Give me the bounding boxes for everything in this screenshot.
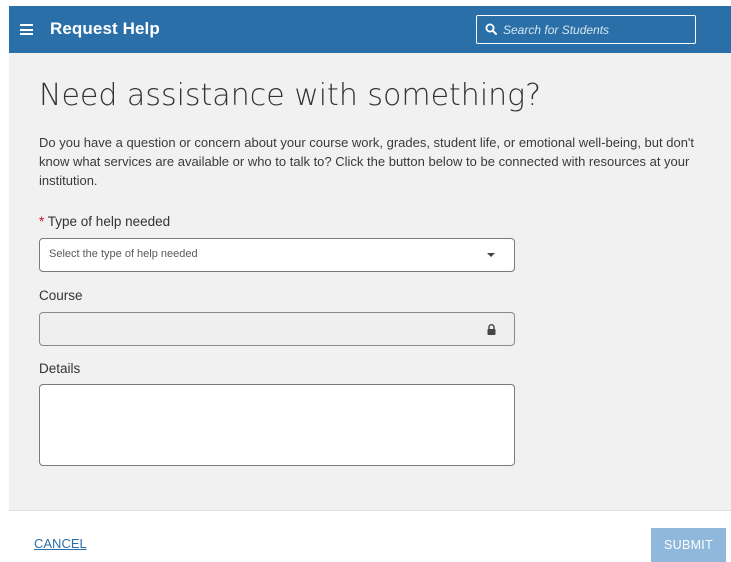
- lock-icon: [487, 324, 496, 335]
- help-type-label-text: Type of help needed: [47, 214, 171, 229]
- hamburger-menu-icon[interactable]: [20, 24, 33, 35]
- request-help-form: Need assistance with something? Do you h…: [9, 53, 731, 510]
- caret-down-icon: [487, 253, 495, 257]
- request-help-window: Request Help Need assistance with someth…: [9, 6, 731, 562]
- search-input[interactable]: [501, 18, 693, 42]
- top-bar: Request Help: [9, 6, 731, 53]
- help-type-label: * Type of help needed: [39, 214, 170, 229]
- page-title: Need assistance with something?: [39, 78, 542, 113]
- details-textarea[interactable]: [39, 384, 515, 466]
- intro-text: Do you have a question or concern about …: [39, 135, 695, 188]
- required-marker: *: [39, 214, 45, 229]
- help-type-placeholder: Select the type of help needed: [49, 248, 198, 260]
- search-icon: [485, 23, 497, 35]
- submit-button[interactable]: SUBMIT: [651, 528, 726, 562]
- form-footer: CANCEL SUBMIT: [9, 510, 731, 562]
- student-search-box[interactable]: [476, 15, 696, 44]
- details-label: Details: [39, 361, 81, 376]
- cancel-link[interactable]: CANCEL: [34, 536, 87, 551]
- help-type-select[interactable]: Select the type of help needed: [39, 238, 515, 272]
- course-label: Course: [39, 288, 83, 303]
- app-title: Request Help: [50, 19, 160, 38]
- course-field: [39, 312, 515, 346]
